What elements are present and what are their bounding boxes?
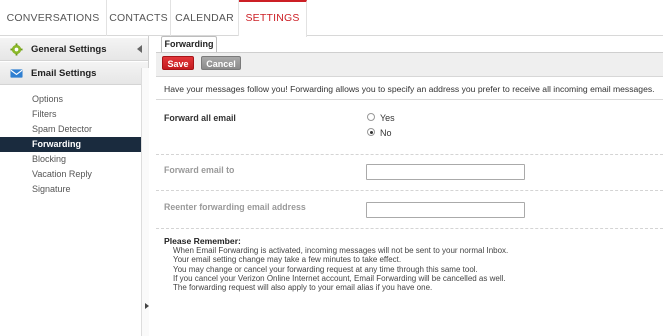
top-nav: CONVERSATIONS CONTACTS CALENDAR SETTINGS <box>0 0 663 37</box>
cancel-button[interactable]: Cancel <box>201 56 241 70</box>
sidebar-item-vacation-reply[interactable]: Vacation Reply <box>0 167 141 182</box>
radio-yes[interactable] <box>367 113 375 121</box>
collapse-sidebar-icon[interactable] <box>137 45 142 53</box>
intro-text: Have your messages follow you! Forwardin… <box>164 84 655 94</box>
email-settings-label: Email Settings <box>31 68 97 79</box>
forward-to-input[interactable] <box>366 164 525 180</box>
forward-all-label: Forward all email <box>164 113 236 123</box>
sidebar-item-signature[interactable]: Signature <box>0 182 141 197</box>
tab-contacts[interactable]: CONTACTS <box>107 0 171 36</box>
sidebar-splitter[interactable] <box>141 68 149 336</box>
action-toolbar: Save Cancel <box>156 53 663 77</box>
tab-calendar[interactable]: CALENDAR <box>171 0 239 36</box>
divider <box>156 99 663 100</box>
sidebar-item-blocking[interactable]: Blocking <box>0 152 141 167</box>
forwarding-panel: Forwarding Save Cancel Have your message… <box>150 36 663 336</box>
remember-notes: When Email Forwarding is activated, inco… <box>173 246 508 292</box>
sidebar-item-forwarding[interactable]: Forwarding <box>0 137 141 152</box>
remember-line: Your email setting change may take a few… <box>173 255 402 265</box>
remember-title: Please Remember: <box>164 236 241 246</box>
sidebar-section-general-settings[interactable]: General Settings <box>0 38 148 61</box>
sidebar-item-filters[interactable]: Filters <box>0 107 141 122</box>
gear-icon <box>10 43 23 56</box>
sidebar-section-email-settings[interactable]: Email Settings <box>0 62 148 85</box>
remember-line: You may change or cancel your forwarding… <box>173 264 478 274</box>
remember-line: When Email Forwarding is activated, inco… <box>173 246 509 255</box>
divider <box>156 228 663 229</box>
tab-settings[interactable]: SETTINGS <box>239 0 307 37</box>
remember-line: If you cancel your Verizon Online Intern… <box>173 273 506 283</box>
reenter-input[interactable] <box>366 202 525 218</box>
expand-arrow-icon[interactable] <box>145 303 149 309</box>
reenter-label: Reenter forwarding email address <box>164 202 306 212</box>
envelope-icon <box>10 69 23 78</box>
tab-forwarding[interactable]: Forwarding <box>161 36 217 53</box>
radio-no-label[interactable]: No <box>380 128 392 138</box>
remember-line: The forwarding request will also apply t… <box>173 283 433 293</box>
radio-no[interactable] <box>367 128 375 136</box>
radio-yes-label[interactable]: Yes <box>380 113 395 123</box>
sidebar-item-spam-detector[interactable]: Spam Detector <box>0 122 141 137</box>
tab-conversations[interactable]: CONVERSATIONS <box>0 0 107 36</box>
divider <box>156 154 663 155</box>
divider <box>156 190 663 191</box>
forward-to-label: Forward email to <box>164 165 235 175</box>
sidebar-item-options[interactable]: Options <box>0 92 141 107</box>
settings-sidebar: General Settings Email Settings Options … <box>0 36 149 336</box>
general-settings-label: General Settings <box>31 44 107 55</box>
save-button[interactable]: Save <box>162 56 194 70</box>
